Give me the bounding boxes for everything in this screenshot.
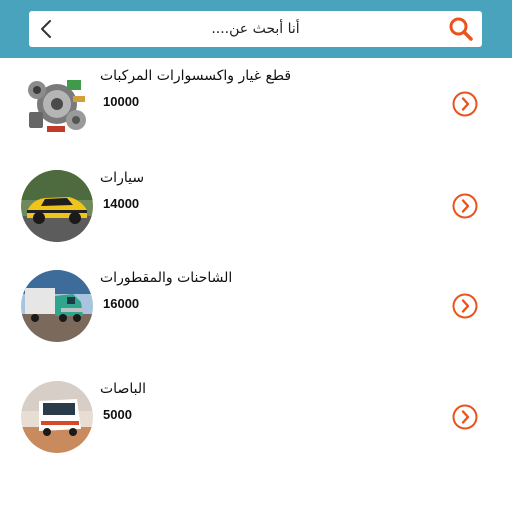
search-box[interactable]: أنا أبحث عن.... (29, 11, 482, 47)
category-title: قطع غيار واكسسوارات المركبات (100, 68, 292, 84)
category-count: 5000 (103, 407, 132, 422)
category-title: الشاحنات والمقطورات (100, 270, 233, 286)
category-row-cars[interactable]: سيارات 14000 (0, 166, 512, 246)
chevron-right-icon[interactable] (451, 403, 479, 431)
search-input[interactable]: أنا أبحث عن.... (69, 11, 442, 47)
chevron-left-icon[interactable] (35, 17, 59, 41)
truck-image (21, 270, 93, 342)
chevron-right-icon[interactable] (451, 90, 479, 118)
search-icon[interactable] (448, 16, 474, 42)
top-bar: أنا أبحث عن.... (0, 0, 512, 58)
category-title: سيارات (100, 170, 145, 186)
chevron-right-icon[interactable] (451, 292, 479, 320)
yellow-car-image (21, 170, 93, 242)
category-count: 10000 (103, 94, 140, 109)
category-row-parts[interactable]: قطع غيار واكسسوارات المركبات 10000 (0, 64, 512, 144)
category-row-trucks[interactable]: الشاحنات والمقطورات 16000 (0, 266, 512, 346)
bus-image (21, 381, 93, 453)
category-count: 14000 (103, 196, 140, 211)
category-title: الباصات (100, 381, 146, 397)
car-parts-image (21, 68, 93, 140)
category-row-buses[interactable]: الباصات 5000 (0, 377, 512, 457)
chevron-right-icon[interactable] (451, 192, 479, 220)
category-count: 16000 (103, 296, 140, 311)
